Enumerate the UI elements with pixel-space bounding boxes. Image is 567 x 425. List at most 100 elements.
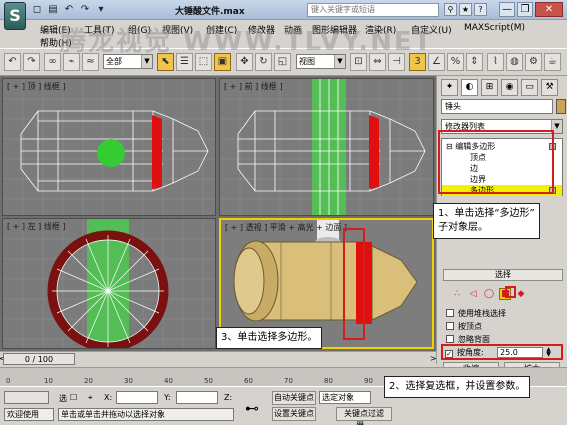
use-stack-selection-checkbox[interactable]: 使用堆栈选择	[446, 308, 506, 319]
unlink-icon[interactable]: ⌁	[63, 53, 80, 71]
callout-step-1: 1、单击选择“多边形” 子对象层。	[433, 203, 540, 239]
menu-graph-editors[interactable]: 图形编辑器	[312, 23, 357, 36]
new-file-icon[interactable]: ◻	[30, 3, 44, 16]
by-angle-value-input[interactable]: 25.0	[497, 347, 543, 358]
object-color-swatch[interactable]	[556, 99, 566, 114]
prompt-line: 单击或单击并拖动以选择对象	[58, 408, 234, 421]
track-tick: 30	[124, 377, 133, 385]
menu-edit[interactable]: 编辑(E)	[40, 23, 71, 36]
viewport-area: [ + ] 顶 ] 线框 ] [ + ] 前 ] 线框 ] [+] 左] …	[0, 76, 436, 351]
viewport-left-label[interactable]: [ + ] 左 ] 线框 ]	[7, 221, 65, 232]
edge-mode-icon[interactable]: ◁	[467, 288, 479, 300]
viewport-top[interactable]: [ + ] 顶 ] 线框 ]	[2, 78, 216, 216]
time-slider-knob[interactable]: 0 / 100	[3, 353, 75, 365]
undo-quick-icon[interactable]: ↶	[62, 3, 76, 16]
set-key-button[interactable]: 设置关键点	[272, 407, 316, 421]
maxscript-listener[interactable]	[4, 391, 49, 404]
region-icon[interactable]: ⬚	[195, 53, 212, 71]
material-icon[interactable]: ◍	[506, 53, 523, 71]
search-input[interactable]: 键入关键字或短语	[307, 3, 439, 17]
hierarchy-tab-icon[interactable]: ⊞	[481, 79, 498, 96]
key-filters-button[interactable]: 关键点过滤器...	[336, 407, 392, 425]
app-logo-icon[interactable]: S	[4, 2, 26, 30]
checkbox-label: 按角度:	[457, 348, 484, 357]
mirror-icon[interactable]: ⇔	[369, 53, 386, 71]
checkbox-box[interactable]: ✓	[445, 350, 453, 358]
link-icon[interactable]: ∞	[44, 53, 61, 71]
close-button[interactable]: ✕	[535, 2, 563, 17]
render-icon[interactable]: ☕	[544, 53, 561, 71]
checkbox-box[interactable]	[446, 322, 454, 330]
vertex-mode-icon[interactable]: ∴	[451, 288, 463, 300]
menu-group[interactable]: 组(G)	[128, 23, 151, 36]
menu-animation[interactable]: 动画	[284, 23, 302, 36]
rotate-icon[interactable]: ↻	[255, 53, 272, 71]
help-icon[interactable]: ?	[474, 3, 487, 16]
undo-icon[interactable]: ↶	[4, 53, 21, 71]
curve-editor-icon[interactable]: ⌇	[487, 53, 504, 71]
viewport-front[interactable]: [ + ] 前 ] 线框 ]	[219, 78, 434, 216]
element-mode-icon[interactable]: ◆	[515, 288, 527, 300]
reference-coordinate-dropdown[interactable]: 视图 ▼	[296, 54, 346, 69]
spinner-snap-icon[interactable]: ⇕	[466, 53, 483, 71]
auto-key-button[interactable]: 自动关键点	[272, 391, 316, 405]
y-coord-field[interactable]	[176, 391, 218, 404]
snap-icon[interactable]: 3	[409, 53, 426, 71]
checkbox-box[interactable]	[446, 309, 454, 317]
viewport-left[interactable]: [ + ] 左 ] 线框 ]	[2, 218, 216, 349]
polygon-level-highlight	[438, 130, 554, 194]
window-crossing-icon[interactable]: ▣	[214, 53, 231, 71]
utilities-tab-icon[interactable]: ⚒	[541, 79, 558, 96]
display-tab-icon[interactable]: ▭	[521, 79, 538, 96]
selected-object-dropdown[interactable]: 选定对象	[319, 391, 371, 404]
checkbox-box[interactable]	[446, 335, 454, 343]
menu-create[interactable]: 创建(C)	[206, 23, 237, 36]
absolute-mode-icon[interactable]: ⌖	[88, 393, 93, 403]
render-setup-icon[interactable]: ⚙	[525, 53, 542, 71]
angle-snap-icon[interactable]: ∠	[428, 53, 445, 71]
object-name-field[interactable]: 锤头	[441, 99, 553, 114]
chevron-down-icon: ▼	[141, 55, 152, 68]
minimize-button[interactable]: —	[499, 2, 515, 17]
window-title: 大锤酸文件.max	[175, 7, 245, 17]
by-angle-checkbox[interactable]: ✓ 按角度:	[445, 347, 484, 358]
selection-filter-dropdown[interactable]: 全部 ▼	[103, 54, 153, 69]
time-next-icon[interactable]: >	[430, 354, 437, 363]
menu-views[interactable]: 视图(V)	[162, 23, 193, 36]
maximize-button[interactable]: ❐	[517, 2, 533, 17]
selection-count-label: 选	[59, 394, 67, 403]
move-icon[interactable]: ✥	[236, 53, 253, 71]
time-slider[interactable]: < 0 / 100 >	[0, 351, 437, 367]
x-coord-field[interactable]	[116, 391, 158, 404]
scale-icon[interactable]: ◱	[274, 53, 291, 71]
align-icon[interactable]: ⊣	[388, 53, 405, 71]
redo-icon[interactable]: ↷	[23, 53, 40, 71]
favorites-icon[interactable]: ★	[459, 3, 472, 16]
viewport-front-label[interactable]: [ + ] 前 ] 线框 ]	[224, 81, 282, 92]
by-vertex-checkbox[interactable]: 按顶点	[446, 321, 482, 332]
percent-snap-icon[interactable]: %	[447, 53, 464, 71]
menu-tools[interactable]: 工具(T)	[84, 23, 115, 36]
redo-quick-icon[interactable]: ↷	[78, 3, 92, 16]
motion-tab-icon[interactable]: ◉	[501, 79, 518, 96]
menu-maxscript[interactable]: MAXScript(M)	[464, 23, 525, 33]
lock-selection-icon[interactable]: ☐	[70, 393, 77, 402]
key-icon[interactable]: ⊷	[245, 401, 259, 417]
border-mode-icon[interactable]: ◯	[483, 288, 495, 300]
menu-rendering[interactable]: 渲染(R)	[365, 23, 396, 36]
selection-rollout-header[interactable]: 选择	[443, 269, 563, 281]
create-tab-icon[interactable]: ✦	[441, 79, 458, 96]
menu-modifiers[interactable]: 修改器	[248, 23, 275, 36]
menu-customize[interactable]: 自定义(U)	[411, 23, 452, 36]
search-icon[interactable]: ⚲	[444, 3, 457, 16]
quick-access-dropdown-icon[interactable]: ▾	[94, 3, 108, 16]
open-file-icon[interactable]: ▤	[46, 3, 60, 16]
bind-icon[interactable]: ≈	[82, 53, 99, 71]
viewport-top-label[interactable]: [ + ] 顶 ] 线框 ]	[7, 81, 65, 92]
viewport-perspective-label[interactable]: [ + ] 透视 ] 平滑 + 高光 + 边面 ]	[225, 222, 347, 233]
spinner-arrows-icon[interactable]: ▲ ▼	[544, 347, 553, 358]
pivot-icon[interactable]: ⊡	[350, 53, 367, 71]
modify-tab-icon[interactable]: ◐	[461, 79, 478, 96]
select-icon[interactable]: ⬉	[157, 53, 174, 71]
select-by-name-icon[interactable]: ☰	[176, 53, 193, 71]
